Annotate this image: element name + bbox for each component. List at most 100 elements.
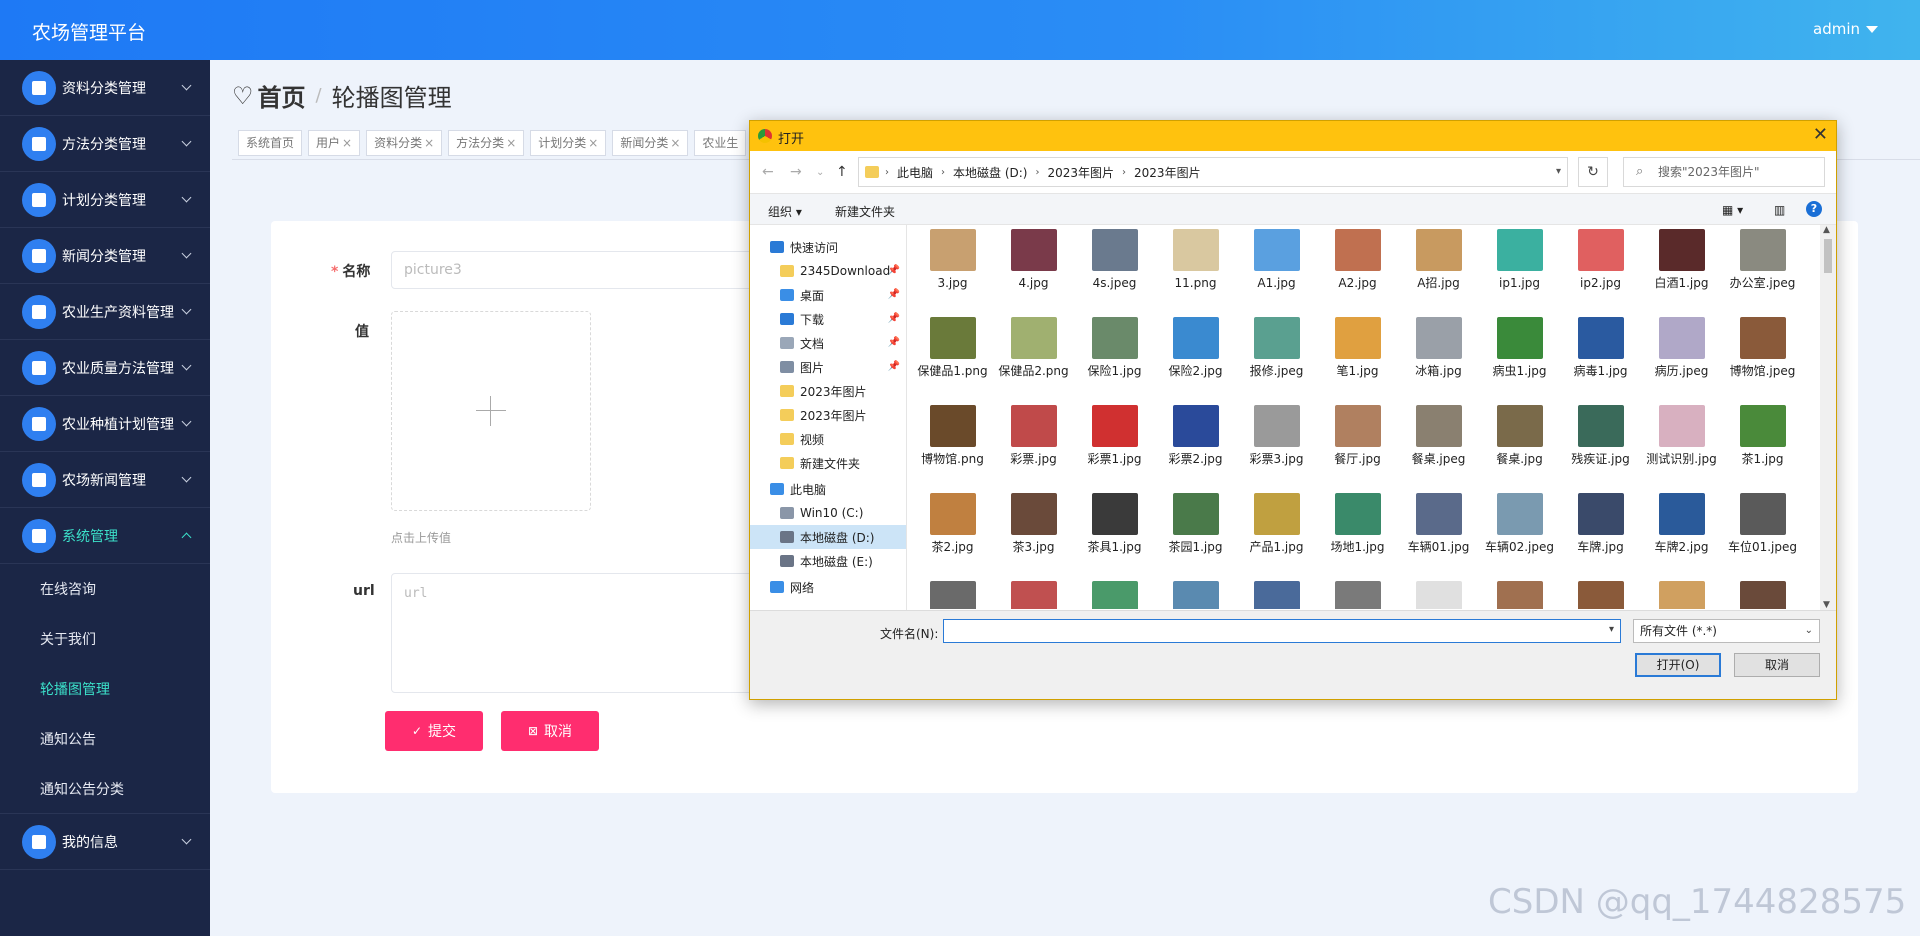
scroll-down-icon[interactable]: ▼ (1823, 600, 1830, 610)
file-item[interactable] (1074, 581, 1155, 609)
file-item[interactable]: 病历.jpeg (1641, 317, 1722, 405)
close-icon[interactable]: × (424, 136, 434, 150)
file-item[interactable] (1398, 581, 1479, 609)
file-item[interactable]: 病毒1.jpg (1560, 317, 1641, 405)
file-item[interactable] (1155, 581, 1236, 609)
file-item[interactable]: 车牌.jpg (1560, 493, 1641, 581)
image-upload[interactable] (391, 311, 591, 511)
file-item[interactable]: 4.jpg (993, 229, 1074, 317)
file-item[interactable]: 3.jpg (912, 229, 993, 317)
file-item[interactable]: 场地1.jpg (1317, 493, 1398, 581)
tab-material[interactable]: 资料分类 × (366, 130, 443, 156)
file-item[interactable] (912, 581, 993, 609)
help-icon[interactable]: ? (1806, 201, 1822, 217)
user-menu[interactable]: admin (1813, 20, 1878, 38)
path-segment[interactable]: 2023年图片 (1047, 164, 1114, 181)
file-item[interactable] (993, 581, 1074, 609)
file-item[interactable]: 车辆01.jpg (1398, 493, 1479, 581)
file-item[interactable]: 彩票1.jpg (1074, 405, 1155, 493)
chevron-down-icon[interactable]: ▾ (1609, 624, 1614, 635)
file-item[interactable]: 茶2.jpg (912, 493, 993, 581)
new-folder-button[interactable]: 新建文件夹 (835, 203, 895, 220)
refresh-button[interactable]: ↻ (1578, 157, 1608, 187)
file-item[interactable]: 彩票2.jpg (1155, 405, 1236, 493)
name-input[interactable]: picture3 (391, 251, 771, 289)
file-item[interactable]: 餐桌.jpg (1479, 405, 1560, 493)
close-icon[interactable]: ✕ (1813, 124, 1828, 145)
sidebar-menu-farm-news[interactable]: 农场新闻管理 (0, 452, 210, 508)
tree-node[interactable]: 视频 (750, 427, 906, 451)
file-item[interactable]: 残疾证.jpg (1560, 405, 1641, 493)
file-item[interactable]: 保健品2.png (993, 317, 1074, 405)
dialog-titlebar[interactable]: 打开 ✕ (750, 121, 1836, 151)
scroll-thumb[interactable] (1824, 239, 1832, 273)
file-item[interactable]: 餐桌.jpeg (1398, 405, 1479, 493)
close-icon[interactable]: × (670, 136, 680, 150)
sidebar-item-about[interactable]: 关于我们 (0, 614, 210, 664)
file-item[interactable]: 保险1.jpg (1074, 317, 1155, 405)
view-icon[interactable]: ▦ ▾ (1722, 203, 1743, 217)
organize-button[interactable]: 组织 ▾ (768, 203, 802, 220)
file-item[interactable]: 车牌2.jpg (1641, 493, 1722, 581)
preview-pane-icon[interactable]: ▥ (1774, 203, 1785, 217)
tree-node[interactable]: 2345Download 📌 (750, 259, 906, 283)
tree-node[interactable]: 网络 (750, 575, 906, 599)
file-item[interactable]: 11.png (1155, 229, 1236, 317)
file-item[interactable]: 笔1.jpg (1317, 317, 1398, 405)
search-input[interactable]: ⌕ 搜索"2023年图片" (1623, 157, 1825, 187)
up-icon[interactable]: ↑ (836, 164, 848, 180)
file-item[interactable]: 茶具1.jpg (1074, 493, 1155, 581)
file-item[interactable]: 报修.jpeg (1236, 317, 1317, 405)
path-segment[interactable]: 2023年图片 (1134, 164, 1201, 181)
tab-news[interactable]: 新闻分类 × (612, 130, 689, 156)
file-item[interactable]: 4s.jpeg (1074, 229, 1155, 317)
file-item[interactable]: 产品1.jpg (1236, 493, 1317, 581)
tree-node[interactable]: 本地磁盘 (D:) (750, 525, 906, 549)
file-item[interactable]: A2.jpg (1317, 229, 1398, 317)
file-item[interactable] (1479, 581, 1560, 609)
open-button[interactable]: 打开(O) (1635, 653, 1721, 677)
sidebar-item-notice-category[interactable]: 通知公告分类 (0, 764, 210, 814)
tab-user[interactable]: 用户 × (308, 130, 361, 156)
sidebar-item-notice[interactable]: 通知公告 (0, 714, 210, 764)
file-item[interactable]: 冰箱.jpg (1398, 317, 1479, 405)
close-icon[interactable]: × (588, 136, 598, 150)
file-item[interactable]: 茶1.jpg (1722, 405, 1803, 493)
tree-node[interactable]: 本地磁盘 (E:) (750, 549, 906, 573)
path-segment[interactable]: 此电脑 (897, 164, 933, 181)
sidebar-menu-planting-plan[interactable]: 农业种植计划管理 (0, 396, 210, 452)
file-item[interactable]: ip1.jpg (1479, 229, 1560, 317)
tree-node[interactable]: 文档 📌 (750, 331, 906, 355)
forward-icon[interactable]: → (790, 164, 802, 180)
tree-node[interactable]: 桌面 📌 (750, 283, 906, 307)
tab-home[interactable]: 系统首页 (238, 130, 303, 156)
tree-node[interactable]: 新建文件夹 (750, 451, 906, 475)
tree-node[interactable]: 2023年图片 (750, 403, 906, 427)
file-item[interactable]: 保健品1.png (912, 317, 993, 405)
file-item[interactable] (1236, 581, 1317, 609)
sidebar-menu-quality-method[interactable]: 农业质量方法管理 (0, 340, 210, 396)
tree-node[interactable]: 此电脑 (750, 477, 906, 501)
cancel-button[interactable]: ⊠ 取消 (501, 711, 599, 751)
tree-node[interactable]: Win10 (C:) (750, 501, 906, 525)
close-icon[interactable]: × (506, 136, 516, 150)
tab-agri[interactable]: 农业生 (694, 130, 747, 156)
sidebar-item-carousel[interactable]: 轮播图管理 (0, 664, 210, 714)
sidebar-menu-system[interactable]: 系统管理 (0, 508, 210, 564)
dialog-cancel-button[interactable]: 取消 (1734, 653, 1820, 677)
breadcrumb-home[interactable]: 首页 (258, 78, 306, 113)
file-item[interactable]: 博物馆.png (912, 405, 993, 493)
sidebar-item-consult[interactable]: 在线咨询 (0, 564, 210, 614)
tree-node[interactable]: 下载 📌 (750, 307, 906, 331)
back-icon[interactable]: ← (762, 164, 774, 180)
file-item[interactable]: 白酒1.jpg (1641, 229, 1722, 317)
file-item[interactable]: 茶3.jpg (993, 493, 1074, 581)
tab-plan[interactable]: 计划分类 × (530, 130, 607, 156)
file-item[interactable] (1641, 581, 1722, 609)
file-item[interactable]: 测试识别.jpg (1641, 405, 1722, 493)
submit-button[interactable]: ✓ 提交 (385, 711, 483, 751)
chevron-down-icon[interactable]: ▾ (1556, 166, 1561, 177)
sidebar-menu-material-category[interactable]: 资料分类管理 (0, 60, 210, 116)
tree-node[interactable]: 2023年图片 (750, 379, 906, 403)
file-item[interactable] (1722, 581, 1803, 609)
